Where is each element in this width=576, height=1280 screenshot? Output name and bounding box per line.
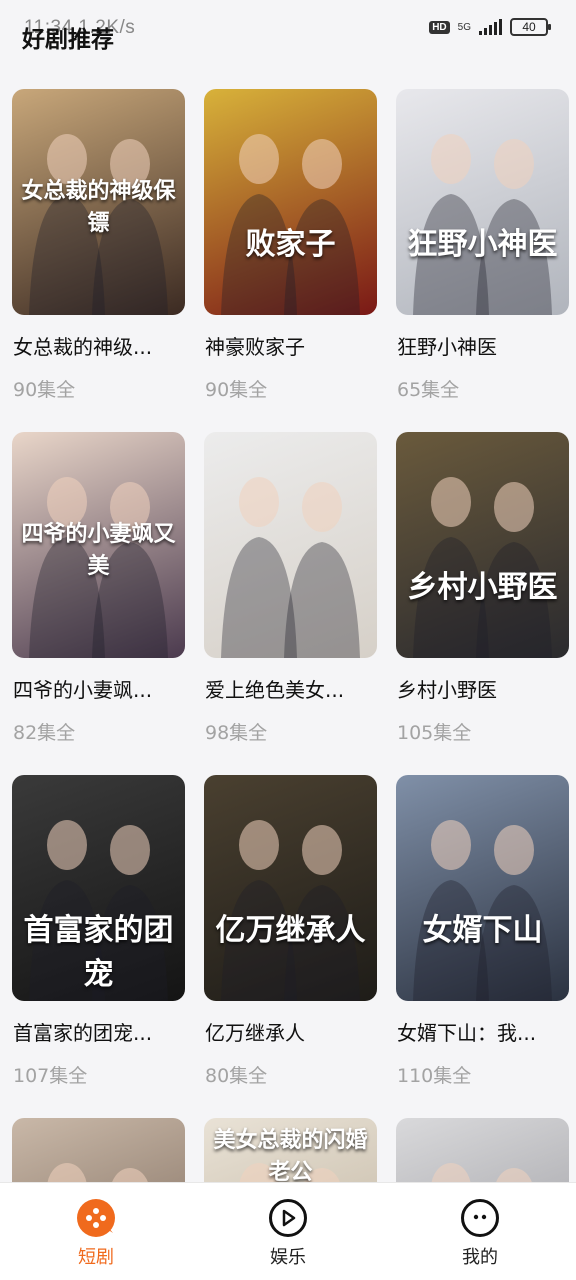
tab-entertainment[interactable]: 娱乐: [192, 1183, 384, 1280]
drama-title[interactable]: 狂野小神医: [397, 331, 569, 360]
episode-count: 90集全: [205, 379, 268, 401]
profile-icon: [461, 1199, 499, 1237]
poster-title-text: 女总裁的神级保镖: [21, 178, 176, 236]
drama-card[interactable]: 四爷的小妻飒又美四爷的小妻飒... 82集全: [12, 432, 185, 744]
drama-poster[interactable]: 女总裁的神级保镖: [12, 89, 185, 315]
drama-card[interactable]: 女总裁的神级保镖女总裁的神级... 90集全: [12, 89, 185, 401]
play-icon: [269, 1199, 307, 1237]
episode-count: 82集全: [13, 722, 76, 744]
status-icons: HD 5G 40: [429, 18, 551, 36]
episode-count: 80集全: [205, 1065, 268, 1087]
drama-poster[interactable]: 败家子: [204, 89, 377, 315]
drama-poster[interactable]: 乡村小野医: [396, 432, 569, 658]
drama-title[interactable]: 亿万继承人: [205, 1017, 377, 1046]
poster-figures: [413, 134, 552, 315]
poster-title-text: 首富家的团宠: [23, 913, 174, 992]
drama-card[interactable]: 乡村小野医 乡村小野医 105集全: [396, 432, 569, 744]
poster-title-text: 女婿下山: [422, 913, 543, 948]
poster-title-text: 四爷的小妻飒又美: [21, 521, 176, 579]
page-title: 好剧推荐: [22, 27, 114, 53]
poster-figures: [413, 477, 552, 658]
poster-figures: [221, 820, 360, 1001]
drama-card[interactable]: 狂野小神医 狂野小神医 65集全: [396, 89, 569, 401]
tab-profile-label: 我的: [462, 1247, 498, 1268]
hd-icon: HD: [429, 20, 450, 34]
drama-card[interactable]: 首富家的团宠首富家的团宠... 107集全: [12, 775, 185, 1087]
drama-card[interactable]: 女婿下山女婿下山：我... 110集全: [396, 775, 569, 1087]
episode-count: 110集全: [397, 1065, 472, 1087]
drama-card[interactable]: 败家子神豪败家子 90集全: [204, 89, 377, 401]
episode-count: 90集全: [13, 379, 76, 401]
drama-poster[interactable]: 女婿下山: [396, 775, 569, 1001]
signal-icon: [479, 19, 502, 35]
poster-title-text: 美女总裁的闪婚老公: [213, 1127, 368, 1185]
episode-count: 65集全: [397, 379, 460, 401]
tab-drama[interactable]: 短剧: [0, 1183, 192, 1280]
episode-count: 105集全: [397, 722, 472, 744]
tab-drama-label: 短剧: [78, 1247, 114, 1268]
bottom-tab-bar: 短剧 娱乐 我的: [0, 1182, 576, 1280]
drama-poster[interactable]: 首富家的团宠: [12, 775, 185, 1001]
poster-title-text: 狂野小神医: [407, 227, 558, 262]
episode-count: 98集全: [205, 722, 268, 744]
drama-poster[interactable]: 亿万继承人: [204, 775, 377, 1001]
drama-title[interactable]: 爱上绝色美女...: [205, 674, 377, 703]
poster-figures: [221, 134, 360, 315]
drama-card[interactable]: 爱上绝色美女... 98集全: [204, 432, 377, 744]
episode-count: 107集全: [13, 1065, 88, 1087]
poster-figures: [221, 477, 360, 658]
drama-title[interactable]: 女婿下山：我...: [397, 1017, 569, 1046]
status-bar: 11:34 1.2K/s 好剧推荐 HD 5G 40: [0, 0, 576, 58]
tab-profile[interactable]: 我的: [384, 1183, 576, 1280]
drama-title[interactable]: 首富家的团宠...: [13, 1017, 185, 1046]
tab-entertainment-label: 娱乐: [270, 1247, 306, 1268]
drama-poster[interactable]: 狂野小神医: [396, 89, 569, 315]
battery-icon: 40: [510, 18, 551, 36]
network-label: 5G: [457, 21, 471, 33]
drama-title[interactable]: 神豪败家子: [205, 331, 377, 360]
drama-card[interactable]: 亿万继承人 亿万继承人 80集全: [204, 775, 377, 1087]
poster-figures: [413, 820, 552, 1001]
drama-poster[interactable]: [204, 432, 377, 658]
drama-poster[interactable]: 四爷的小妻飒又美: [12, 432, 185, 658]
poster-title-text: 乡村小野医: [407, 570, 558, 605]
drama-title[interactable]: 女总裁的神级...: [13, 331, 185, 360]
poster-title-text: 亿万继承人: [215, 913, 366, 948]
poster-title-text: 败家子: [245, 227, 336, 262]
drama-title[interactable]: 乡村小野医: [397, 674, 569, 703]
drama-title[interactable]: 四爷的小妻飒...: [13, 674, 185, 703]
drama-icon: [77, 1199, 115, 1237]
